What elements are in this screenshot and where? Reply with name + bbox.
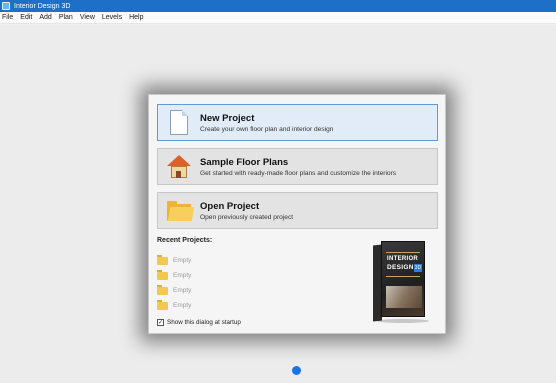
show-at-startup-label: Show this dialog at startup <box>167 319 241 326</box>
sample-floor-plans-title: Sample Floor Plans <box>200 156 289 168</box>
new-document-icon <box>164 108 194 138</box>
menu-levels[interactable]: Levels <box>102 14 122 21</box>
menu-file[interactable]: File <box>2 14 13 21</box>
product-box-image: INTERIOR DESIGN 3D <box>371 241 429 323</box>
new-project-button[interactable]: New Project Create your own floor plan a… <box>157 104 438 141</box>
sample-floor-plans-button[interactable]: Sample Floor Plans Get started with read… <box>157 148 438 185</box>
menu-bar: File Edit Add Plan View Levels Help <box>0 12 556 24</box>
folder-icon <box>157 284 168 295</box>
open-project-title: Open Project <box>200 200 260 212</box>
product-box-line2: DESIGN <box>387 264 414 271</box>
folder-icon <box>157 299 168 310</box>
folder-icon <box>164 196 195 226</box>
product-box-badge: 3D <box>414 264 422 272</box>
new-project-description: Create your own floor plan and interior … <box>200 125 334 133</box>
recent-project-label: Empty <box>173 302 192 309</box>
recent-project-label: Empty <box>173 272 192 279</box>
open-project-button[interactable]: Open Project Open previously created pro… <box>157 192 438 229</box>
product-box-line1: INTERIOR <box>387 256 419 262</box>
menu-add[interactable]: Add <box>39 14 51 21</box>
window-title: Interior Design 3D <box>14 2 71 10</box>
recent-project-label: Empty <box>173 287 192 294</box>
app-icon <box>2 2 10 10</box>
start-dialog: New Project Create your own floor plan a… <box>148 94 446 334</box>
folder-icon <box>157 254 168 265</box>
menu-view[interactable]: View <box>80 14 95 21</box>
folder-icon <box>157 269 168 280</box>
recent-project-item[interactable]: Empty <box>157 298 191 313</box>
recent-projects-heading: Recent Projects: <box>157 237 213 244</box>
status-indicator <box>292 366 301 375</box>
menu-edit[interactable]: Edit <box>20 14 32 21</box>
show-at-startup-checkbox[interactable]: ✓ <box>157 319 164 326</box>
new-project-title: New Project <box>200 112 255 124</box>
open-project-description: Open previously created project <box>200 213 294 221</box>
recent-project-item[interactable]: Empty <box>157 253 191 268</box>
show-at-startup-option[interactable]: ✓ Show this dialog at startup <box>157 319 241 326</box>
recent-project-item[interactable]: Empty <box>157 283 191 298</box>
sample-floor-plans-description: Get started with ready-made floor plans … <box>200 169 397 177</box>
recent-project-label: Empty <box>173 257 192 264</box>
house-icon <box>164 152 194 182</box>
recent-projects-list: Empty Empty Empty Empty <box>157 253 191 313</box>
title-bar: Interior Design 3D <box>0 0 556 12</box>
menu-plan[interactable]: Plan <box>59 14 73 21</box>
menu-help[interactable]: Help <box>129 14 143 21</box>
recent-project-item[interactable]: Empty <box>157 268 191 283</box>
